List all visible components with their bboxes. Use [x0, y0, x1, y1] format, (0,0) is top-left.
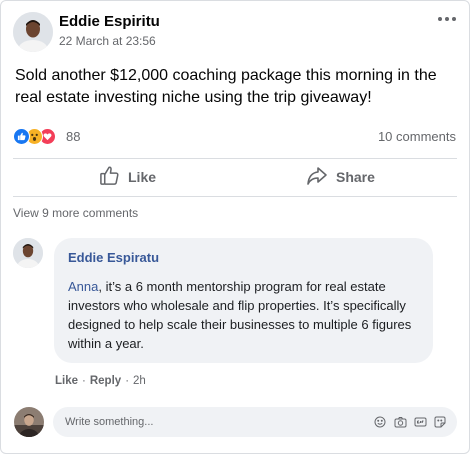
comment-input[interactable]: [65, 416, 373, 428]
emoji-icon[interactable]: [373, 415, 387, 429]
current-user-avatar[interactable]: [14, 407, 44, 437]
more-options-icon[interactable]: [435, 9, 459, 29]
commenter-avatar[interactable]: [13, 238, 43, 268]
comment-bubble: Eddie Espiratu Anna, it’s a 6 month ment…: [54, 238, 433, 363]
comment-reply-link[interactable]: Reply: [90, 375, 121, 387]
reaction-count: 88: [66, 128, 81, 144]
post-card: Eddie Espiritu 22 March at 23:56 Sold an…: [0, 0, 470, 454]
comment-like-link[interactable]: Like: [55, 375, 78, 387]
post-text: Sold another $12,000 coaching package th…: [15, 67, 437, 106]
comment-composer: [53, 407, 457, 437]
comment-count[interactable]: 10 comments: [378, 129, 456, 144]
author-name[interactable]: Eddie Espiritu: [59, 13, 160, 30]
comment-time[interactable]: 2h: [133, 375, 146, 387]
separator-dot: ·: [82, 375, 86, 387]
thumbs-up-icon: [99, 165, 120, 189]
share-button-label: Share: [336, 169, 375, 185]
author-avatar[interactable]: [13, 12, 53, 52]
divider: [13, 158, 457, 159]
comment-body: , it’s a 6 month mentorship program for …: [68, 279, 412, 351]
like-button[interactable]: Like: [99, 161, 156, 193]
post-timestamp[interactable]: 22 March at 23:56: [59, 34, 156, 48]
comment-author[interactable]: Eddie Espiratu: [68, 250, 419, 265]
gif-icon[interactable]: [413, 415, 427, 429]
comment-actions: Like · Reply · 2h: [55, 375, 146, 387]
divider: [13, 196, 457, 197]
share-arrow-icon: [306, 166, 328, 189]
comment-mention[interactable]: Anna: [68, 279, 98, 294]
camera-icon[interactable]: [393, 415, 407, 429]
share-button[interactable]: Share: [306, 161, 375, 193]
composer-icons: [373, 415, 447, 429]
sticker-icon[interactable]: [433, 415, 447, 429]
like-button-label: Like: [128, 169, 157, 185]
separator-dot: ·: [125, 375, 130, 387]
like-reaction-icon: [13, 127, 30, 145]
reactions-summary[interactable]: 88: [13, 127, 80, 145]
view-more-comments-link[interactable]: View 9 more comments: [13, 206, 138, 220]
comment-text: Anna, it’s a 6 month mentorship program …: [68, 277, 419, 353]
